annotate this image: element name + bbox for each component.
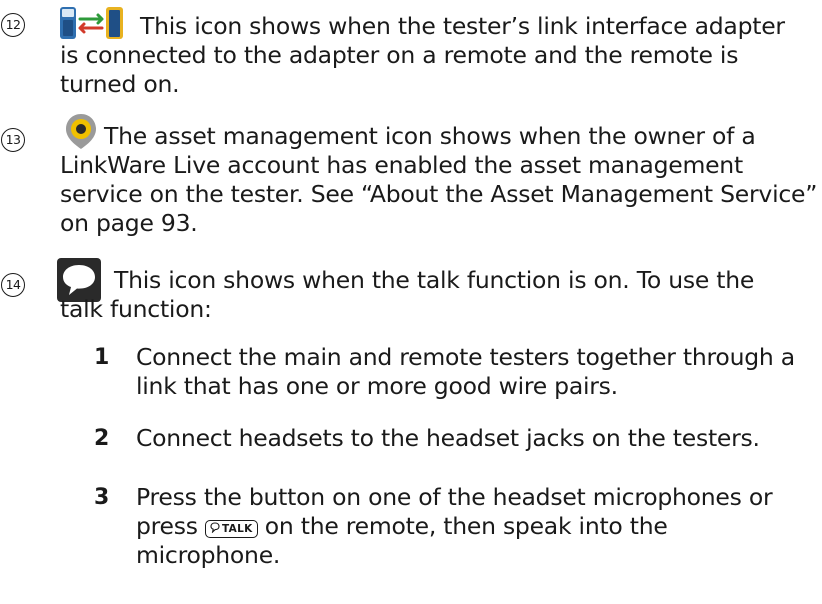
item-number-badge: 14 [1, 273, 25, 297]
step-1-text: Connect the main and remote testers toge… [136, 343, 795, 401]
step-number: 1 [94, 345, 110, 370]
step-2-text: Connect headsets to the headset jacks on… [136, 424, 760, 453]
talk-key-icon [210, 522, 220, 534]
item-number-badge: 12 [1, 13, 25, 37]
text-line: LinkWare Live account has enabled the as… [60, 151, 743, 179]
text-line: Connect headsets to the headset jacks on… [136, 424, 760, 452]
talk-key-label: TALK [222, 523, 253, 535]
text-line: press TALK on the remote, then speak int… [136, 512, 772, 541]
text-line: is connected to the adapter on a remote … [60, 41, 739, 69]
text-line: on page 93. [60, 209, 198, 237]
text-line: service on the tester. See “About the As… [60, 180, 818, 208]
text-line: Press the button on one of the headset m… [136, 483, 773, 511]
text-line: Connect the main and remote testers toge… [136, 343, 795, 371]
item-12-text: This icon shows when the tester’s link i… [60, 12, 820, 99]
text-line: link that has one or more good wire pair… [136, 372, 618, 400]
item-13-text: The asset management icon shows when the… [60, 122, 820, 238]
text-line: This icon shows when the talk function i… [114, 266, 755, 294]
talk-key: TALK [205, 520, 258, 538]
text-line: turned on. [60, 70, 180, 98]
text-line: talk function: [60, 295, 212, 323]
step-number: 3 [94, 485, 110, 510]
text-line: This icon shows when the tester’s link i… [140, 12, 785, 40]
item-number-badge: 13 [1, 128, 25, 152]
step-number: 2 [94, 426, 110, 451]
text-line: microphone. [136, 541, 281, 569]
text-line: The asset management icon shows when the… [104, 122, 756, 150]
after-key-text: on the remote, then speak into the [264, 512, 668, 540]
item-14-text: This icon shows when the talk function i… [60, 266, 820, 324]
step-3-text: Press the button on one of the headset m… [136, 483, 773, 570]
press-word: press [136, 512, 198, 540]
